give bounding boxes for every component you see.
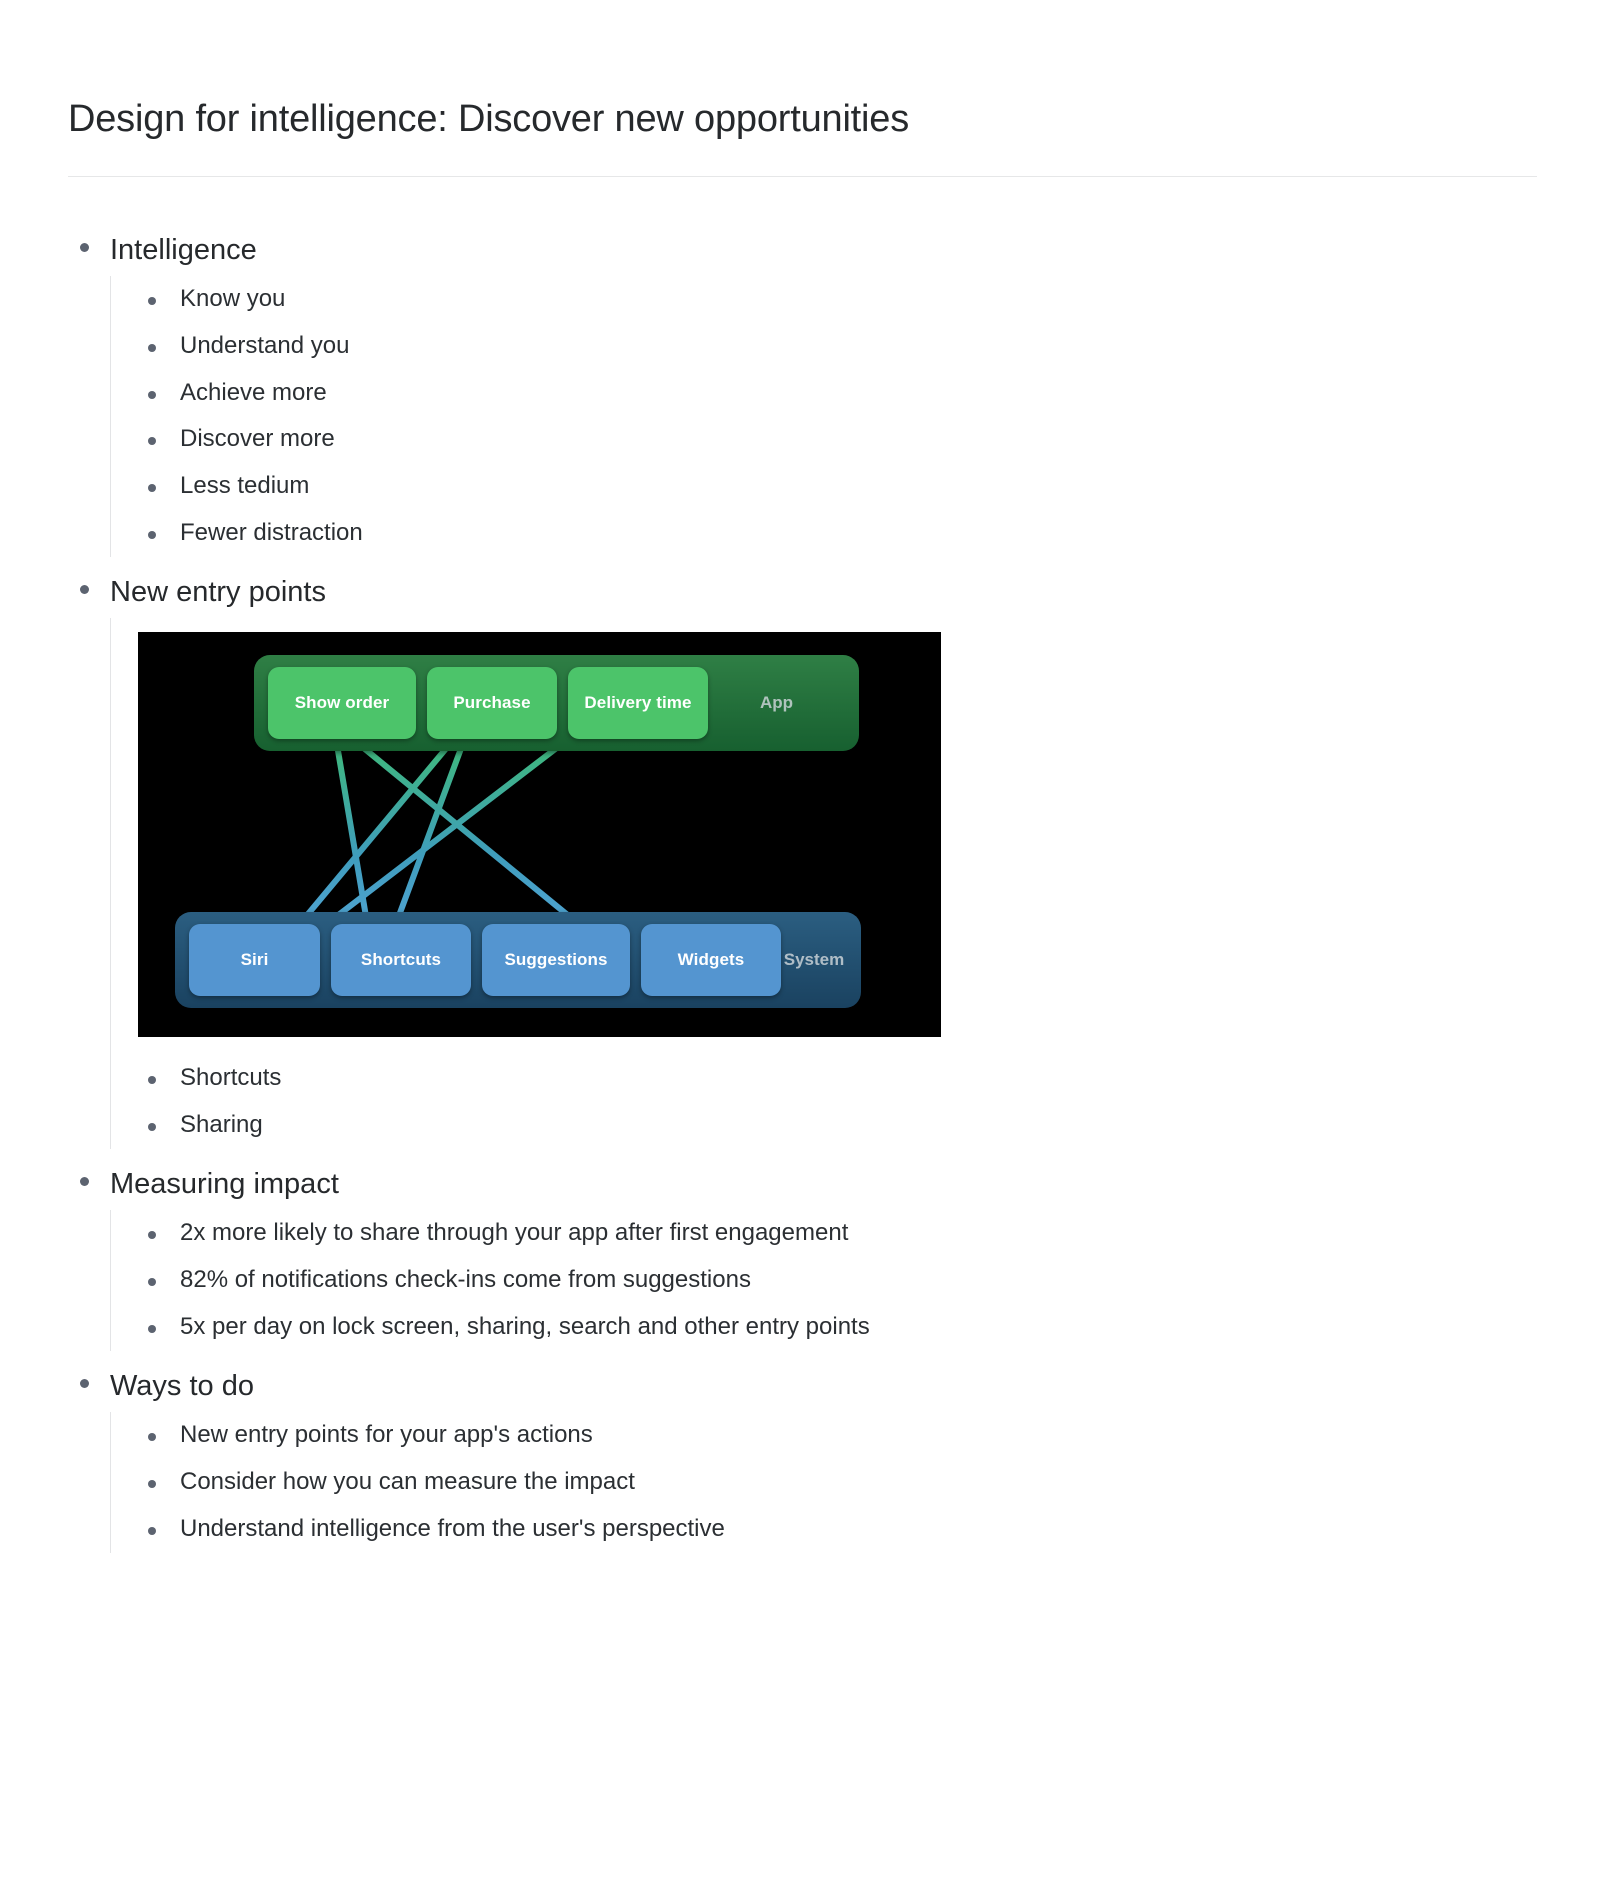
- list-item-label: Discover more: [180, 425, 335, 453]
- outline-item-intelligence: Intelligence Know you Understand you Ach…: [68, 225, 1536, 557]
- list-item-label: 2x more likely to share through your app…: [180, 1219, 849, 1247]
- bullet-dot-icon: [80, 1378, 89, 1388]
- page-title: Design for intelligence: Discover new op…: [68, 98, 910, 140]
- chip-show-order[interactable]: Show order: [268, 667, 416, 740]
- bullet-dot-icon: [148, 1123, 156, 1132]
- bullet-dot-icon: [148, 343, 156, 352]
- figure-block: Show order Purchase Delivery time App Si…: [138, 618, 1536, 1055]
- list-item: Understand intelligence from the user's …: [138, 1506, 1536, 1553]
- list-item-label: Fewer distraction: [180, 518, 363, 546]
- outline-heading: New entry points: [110, 575, 326, 608]
- list-item-label: Consider how you can measure the impact: [180, 1468, 635, 1496]
- list-item: Know you: [138, 276, 1536, 323]
- list-item: Less tedium: [138, 463, 1536, 510]
- chip-delivery-time[interactable]: Delivery time: [568, 667, 708, 740]
- chip-widgets[interactable]: Widgets: [641, 924, 781, 997]
- outline-section: Intelligence Know you Understand you Ach…: [0, 177, 1604, 1554]
- bullet-dot-icon: [80, 584, 89, 594]
- bullet-dot-icon: [148, 1278, 156, 1287]
- bullet-dot-icon: [148, 1480, 156, 1489]
- list-item-label: Sharing: [180, 1111, 263, 1139]
- outline-heading: Intelligence: [110, 233, 257, 266]
- list-item: Shortcuts: [138, 1055, 1536, 1102]
- bullet-dot-icon: [148, 1324, 156, 1333]
- list-item: Achieve more: [138, 370, 1536, 417]
- nested-group: Show order Purchase Delivery time App Si…: [110, 618, 1536, 1149]
- outline-item-new-entry-points: New entry points Show order Purchase Del…: [68, 567, 1536, 1149]
- bullet-dot-icon: [148, 1231, 156, 1240]
- bullet-dot-icon: [148, 297, 156, 305]
- list-item-label: Achieve more: [180, 378, 327, 406]
- bullet-dot-icon: [148, 1526, 156, 1535]
- bullet-dot-icon: [148, 437, 156, 446]
- chip-siri[interactable]: Siri: [189, 924, 320, 997]
- list-item-label: Know you: [180, 285, 286, 312]
- system-layer-label: System: [783, 950, 845, 970]
- list-item: Consider how you can measure the impact: [138, 1459, 1536, 1506]
- outline-item-ways-to-do: Ways to do New entry points for your app…: [68, 1361, 1536, 1554]
- list-item: Discover more: [138, 416, 1536, 463]
- nested-group: Know you Understand you Achieve more Dis…: [110, 276, 1536, 557]
- list-item: New entry points for your app's actions: [138, 1412, 1536, 1459]
- chip-shortcuts[interactable]: Shortcuts: [331, 924, 471, 997]
- list-item: 82% of notifications check-ins come from…: [138, 1257, 1536, 1304]
- bullet-dot-icon: [148, 1076, 156, 1085]
- title-section: Design for intelligence: Discover new op…: [0, 0, 1604, 177]
- app-layer-label: App: [759, 693, 794, 713]
- list-item: Sharing: [138, 1102, 1536, 1149]
- chip-suggestions[interactable]: Suggestions: [482, 924, 630, 997]
- bullet-dot-icon: [148, 530, 156, 539]
- app-layer-band: Show order Purchase Delivery time App: [254, 655, 859, 752]
- bullet-dot-icon: [148, 1433, 156, 1442]
- list-item-label: Understand intelligence from the user's …: [180, 1514, 725, 1542]
- list-item-label: Less tedium: [180, 472, 310, 500]
- list-item: 2x more likely to share through your app…: [138, 1210, 1536, 1257]
- list-item: 5x per day on lock screen, sharing, sear…: [138, 1304, 1536, 1351]
- bullet-dot-icon: [148, 484, 156, 493]
- bullet-dot-icon: [80, 242, 89, 252]
- sub-list: New entry points for your app's actions …: [138, 1412, 1536, 1552]
- list-item-label: Understand you: [180, 331, 350, 359]
- outline-heading: Measuring impact: [110, 1167, 339, 1200]
- outline-item-measuring-impact: Measuring impact 2x more likely to share…: [68, 1159, 1536, 1352]
- sub-list: Know you Understand you Achieve more Dis…: [138, 276, 1536, 557]
- nested-group: New entry points for your app's actions …: [110, 1412, 1536, 1554]
- chip-purchase[interactable]: Purchase: [427, 667, 557, 740]
- system-layer-band: Siri Shortcuts Suggestions Widgets Syste…: [175, 912, 861, 1009]
- list-item-label: 82% of notifications check-ins come from…: [180, 1266, 751, 1294]
- sub-list: 2x more likely to share through your app…: [138, 1210, 1536, 1350]
- entry-points-diagram: Show order Purchase Delivery time App Si…: [138, 632, 941, 1038]
- list-item: Understand you: [138, 323, 1536, 370]
- list-item-label: 5x per day on lock screen, sharing, sear…: [180, 1312, 870, 1340]
- list-item-label: Shortcuts: [180, 1064, 282, 1092]
- bullet-dot-icon: [80, 1176, 89, 1186]
- list-item-label: New entry points for your app's actions: [180, 1421, 593, 1449]
- outline-list: Intelligence Know you Understand you Ach…: [68, 225, 1536, 1554]
- nested-group: 2x more likely to share through your app…: [110, 1210, 1536, 1352]
- sub-list: Shortcuts Sharing: [138, 1055, 1536, 1149]
- bullet-dot-icon: [148, 390, 156, 399]
- slide-page: Design for intelligence: Discover new op…: [0, 0, 1604, 1886]
- outline-heading: Ways to do: [110, 1369, 254, 1402]
- list-item: Fewer distraction: [138, 510, 1536, 557]
